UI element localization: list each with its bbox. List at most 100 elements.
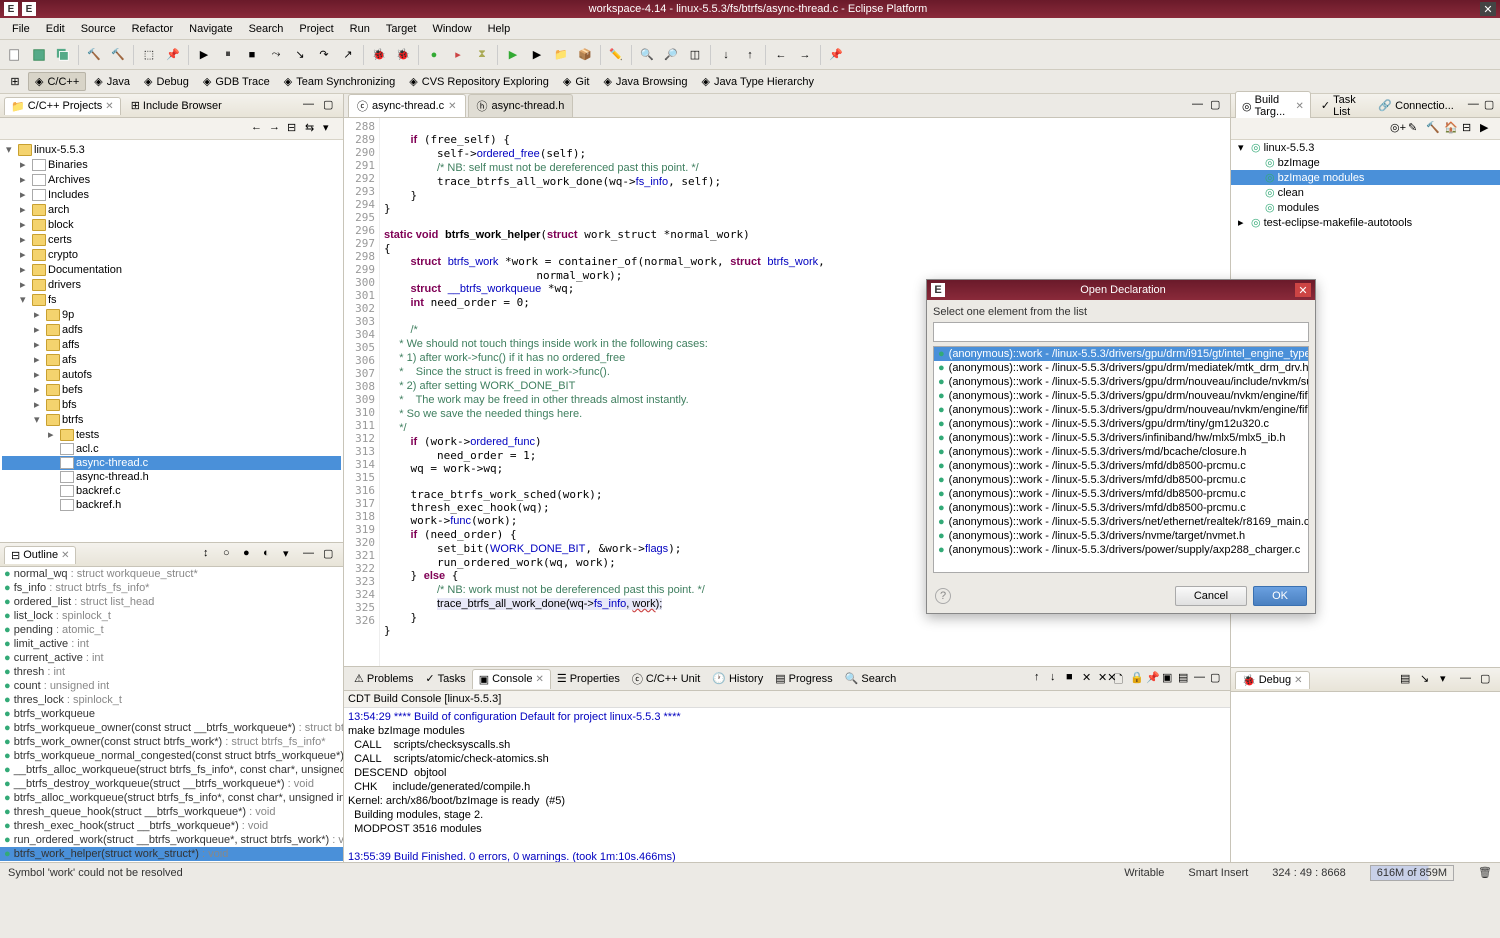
outline-item[interactable]: ● fs_info : struct btrfs_fs_info* bbox=[0, 581, 343, 595]
bt-build-button[interactable]: 🔨 bbox=[1426, 121, 1442, 137]
expand-arrow-icon[interactable]: ▸ bbox=[34, 353, 44, 366]
outline-item[interactable]: ● run_ordered_work(struct __btrfs_workqu… bbox=[0, 833, 343, 847]
tree-item[interactable]: ▸Archives bbox=[2, 172, 341, 187]
expand-arrow-icon[interactable]: ▸ bbox=[20, 203, 30, 216]
console-display-button[interactable]: ▣ bbox=[1162, 671, 1178, 687]
project-tree[interactable]: ▾linux-5.5.3▸Binaries▸Archives▸Includes▸… bbox=[0, 140, 343, 542]
ext-tools-dropdown[interactable]: ▸ bbox=[447, 44, 469, 66]
outline-menu-button[interactable]: ▾ bbox=[283, 547, 299, 563]
next-annot-button[interactable]: ↓ bbox=[715, 44, 737, 66]
tree-item[interactable]: ▾fs bbox=[2, 292, 341, 307]
tree-item[interactable]: ▸autofs bbox=[2, 367, 341, 382]
bt-max-button[interactable]: ▢ bbox=[1484, 98, 1496, 114]
expand-arrow-icon[interactable]: ▸ bbox=[34, 368, 44, 381]
bt-home-button[interactable]: 🏠 bbox=[1444, 121, 1460, 137]
open-perspective-button[interactable]: ⊞ bbox=[4, 71, 26, 93]
build-target-item[interactable]: ▸◎test-eclipse-makefile-autotools bbox=[1231, 215, 1500, 230]
expand-arrow-icon[interactable]: ▸ bbox=[34, 308, 44, 321]
menu-search[interactable]: Search bbox=[241, 20, 292, 38]
minimize-view-button[interactable]: — bbox=[303, 98, 319, 114]
expand-arrow-icon[interactable]: ▸ bbox=[20, 233, 30, 246]
tree-item[interactable]: ▸Binaries bbox=[2, 157, 341, 172]
back-button[interactable]: ← bbox=[251, 121, 267, 137]
view-menu-button[interactable]: ▾ bbox=[323, 121, 339, 137]
outline-item[interactable]: ● limit_active : int bbox=[0, 637, 343, 651]
expand-arrow-icon[interactable]: ▾ bbox=[20, 293, 30, 306]
bt-run-button[interactable]: ▶ bbox=[1480, 121, 1496, 137]
outline-item[interactable]: ● thresh : int bbox=[0, 665, 343, 679]
bt-edit-button[interactable]: ✎ bbox=[1408, 121, 1424, 137]
tree-item[interactable]: ▸arch bbox=[2, 202, 341, 217]
expand-arrow-icon[interactable]: ▸ bbox=[20, 158, 30, 171]
prev-annot-button[interactable]: ↑ bbox=[739, 44, 761, 66]
help-icon[interactable]: ? bbox=[935, 588, 951, 604]
declaration-item[interactable]: ●(anonymous)::work - /linux-5.5.3/driver… bbox=[934, 347, 1308, 361]
connections-tab[interactable]: 🔗 Connectio... bbox=[1372, 97, 1459, 114]
outline-item[interactable]: ● btrfs_workqueue_normal_congested(const… bbox=[0, 749, 343, 763]
problems-tab[interactable]: ⚠ Problems bbox=[348, 669, 419, 688]
debug-disconnect-button[interactable]: ⤳ bbox=[265, 44, 287, 66]
debug-tab[interactable]: 🐞 Debug ✕ bbox=[1235, 671, 1310, 689]
search-button[interactable]: 🔎 bbox=[660, 44, 682, 66]
debug-max-button[interactable]: ▢ bbox=[1480, 672, 1496, 688]
outline-list[interactable]: ● normal_wq : struct workqueue_struct*● … bbox=[0, 567, 343, 862]
tasks-tab[interactable]: ✓ Tasks bbox=[419, 669, 471, 688]
expand-arrow-icon[interactable]: ▸ bbox=[20, 188, 30, 201]
expand-arrow-icon[interactable]: ▸ bbox=[20, 263, 30, 276]
build-all-button[interactable]: 🔨 bbox=[107, 44, 129, 66]
tree-item[interactable]: ▾linux-5.5.3 bbox=[2, 142, 341, 157]
tree-item[interactable]: async-thread.h bbox=[2, 470, 341, 484]
build-target-item[interactable]: ◎clean bbox=[1231, 185, 1500, 200]
console-prev-button[interactable]: ↑ bbox=[1034, 671, 1050, 687]
wand-button[interactable]: ✏️ bbox=[605, 44, 627, 66]
menu-help[interactable]: Help bbox=[480, 20, 519, 38]
debug-layout-button[interactable]: ▤ bbox=[1400, 672, 1416, 688]
debug-resume-button[interactable]: ▶ bbox=[193, 44, 215, 66]
outline-item[interactable]: ● thresh_exec_hook(struct __btrfs_workqu… bbox=[0, 819, 343, 833]
build-target-item[interactable]: ◎bzImage bbox=[1231, 155, 1500, 170]
new-button[interactable] bbox=[4, 44, 26, 66]
outline-item[interactable]: ● list_lock : spinlock_t bbox=[0, 609, 343, 623]
expand-arrow-icon[interactable]: ▸ bbox=[1238, 216, 1248, 229]
perspective-gdb-trace[interactable]: ◈GDB Trace bbox=[197, 72, 276, 91]
declaration-item[interactable]: ●(anonymous)::work - /linux-5.5.3/driver… bbox=[934, 473, 1308, 487]
declaration-item[interactable]: ●(anonymous)::work - /linux-5.5.3/driver… bbox=[934, 445, 1308, 459]
tree-item[interactable]: ▸9p bbox=[2, 307, 341, 322]
tree-item[interactable]: backref.c bbox=[2, 484, 341, 498]
close-icon[interactable]: ✕ bbox=[1294, 675, 1302, 686]
progress-tab[interactable]: ▤ Progress bbox=[769, 669, 838, 688]
console-open-button[interactable]: ▤ bbox=[1178, 671, 1194, 687]
editor-tab-async-c[interactable]: ⓒ async-thread.c ✕ bbox=[348, 94, 466, 117]
tree-item[interactable]: ▸Documentation bbox=[2, 262, 341, 277]
perspective-java-browsing[interactable]: ◈Java Browsing bbox=[597, 72, 693, 91]
menu-file[interactable]: File bbox=[4, 20, 38, 38]
outline-item[interactable]: ● btrfs_workqueue_owner(const struct __b… bbox=[0, 721, 343, 735]
tree-item[interactable]: backref.h bbox=[2, 498, 341, 512]
dialog-list[interactable]: ●(anonymous)::work - /linux-5.5.3/driver… bbox=[933, 346, 1309, 573]
forward-button[interactable]: → bbox=[269, 121, 285, 137]
tree-item[interactable]: ▸Includes bbox=[2, 187, 341, 202]
properties-tab[interactable]: ☰ Properties bbox=[551, 669, 626, 688]
maximize-view-button[interactable]: ▢ bbox=[323, 98, 339, 114]
build-target-item[interactable]: ◎bzImage modules bbox=[1231, 170, 1500, 185]
declaration-item[interactable]: ●(anonymous)::work - /linux-5.5.3/driver… bbox=[934, 403, 1308, 417]
newpkg-dropdown[interactable]: 📦 bbox=[574, 44, 596, 66]
dialog-close-button[interactable]: ✕ bbox=[1295, 283, 1311, 297]
outline-min-button[interactable]: — bbox=[303, 547, 319, 563]
step-return-button[interactable]: ↗ bbox=[337, 44, 359, 66]
bt-min-button[interactable]: — bbox=[1468, 98, 1480, 114]
search-tab[interactable]: 🔍 Search bbox=[839, 669, 903, 688]
menu-project[interactable]: Project bbox=[291, 20, 341, 38]
fwd-nav-button[interactable]: → bbox=[794, 44, 816, 66]
outline-item[interactable]: ● __btrfs_destroy_workqueue(struct __btr… bbox=[0, 777, 343, 791]
run-green-dropdown[interactable]: ▶ bbox=[502, 44, 524, 66]
tree-item[interactable]: ▸befs bbox=[2, 382, 341, 397]
tree-item[interactable]: ▸adfs bbox=[2, 322, 341, 337]
tree-item[interactable]: ▸block bbox=[2, 217, 341, 232]
expand-arrow-icon[interactable]: ▾ bbox=[6, 143, 16, 156]
console-clear-button[interactable]: 🗋 bbox=[1114, 671, 1130, 687]
outline-tab[interactable]: ⊟ Outline ✕ bbox=[4, 546, 76, 564]
expand-arrow-icon[interactable]: ▸ bbox=[34, 338, 44, 351]
declaration-item[interactable]: ●(anonymous)::work - /linux-5.5.3/driver… bbox=[934, 417, 1308, 431]
expand-arrow-icon[interactable]: ▸ bbox=[20, 218, 30, 231]
